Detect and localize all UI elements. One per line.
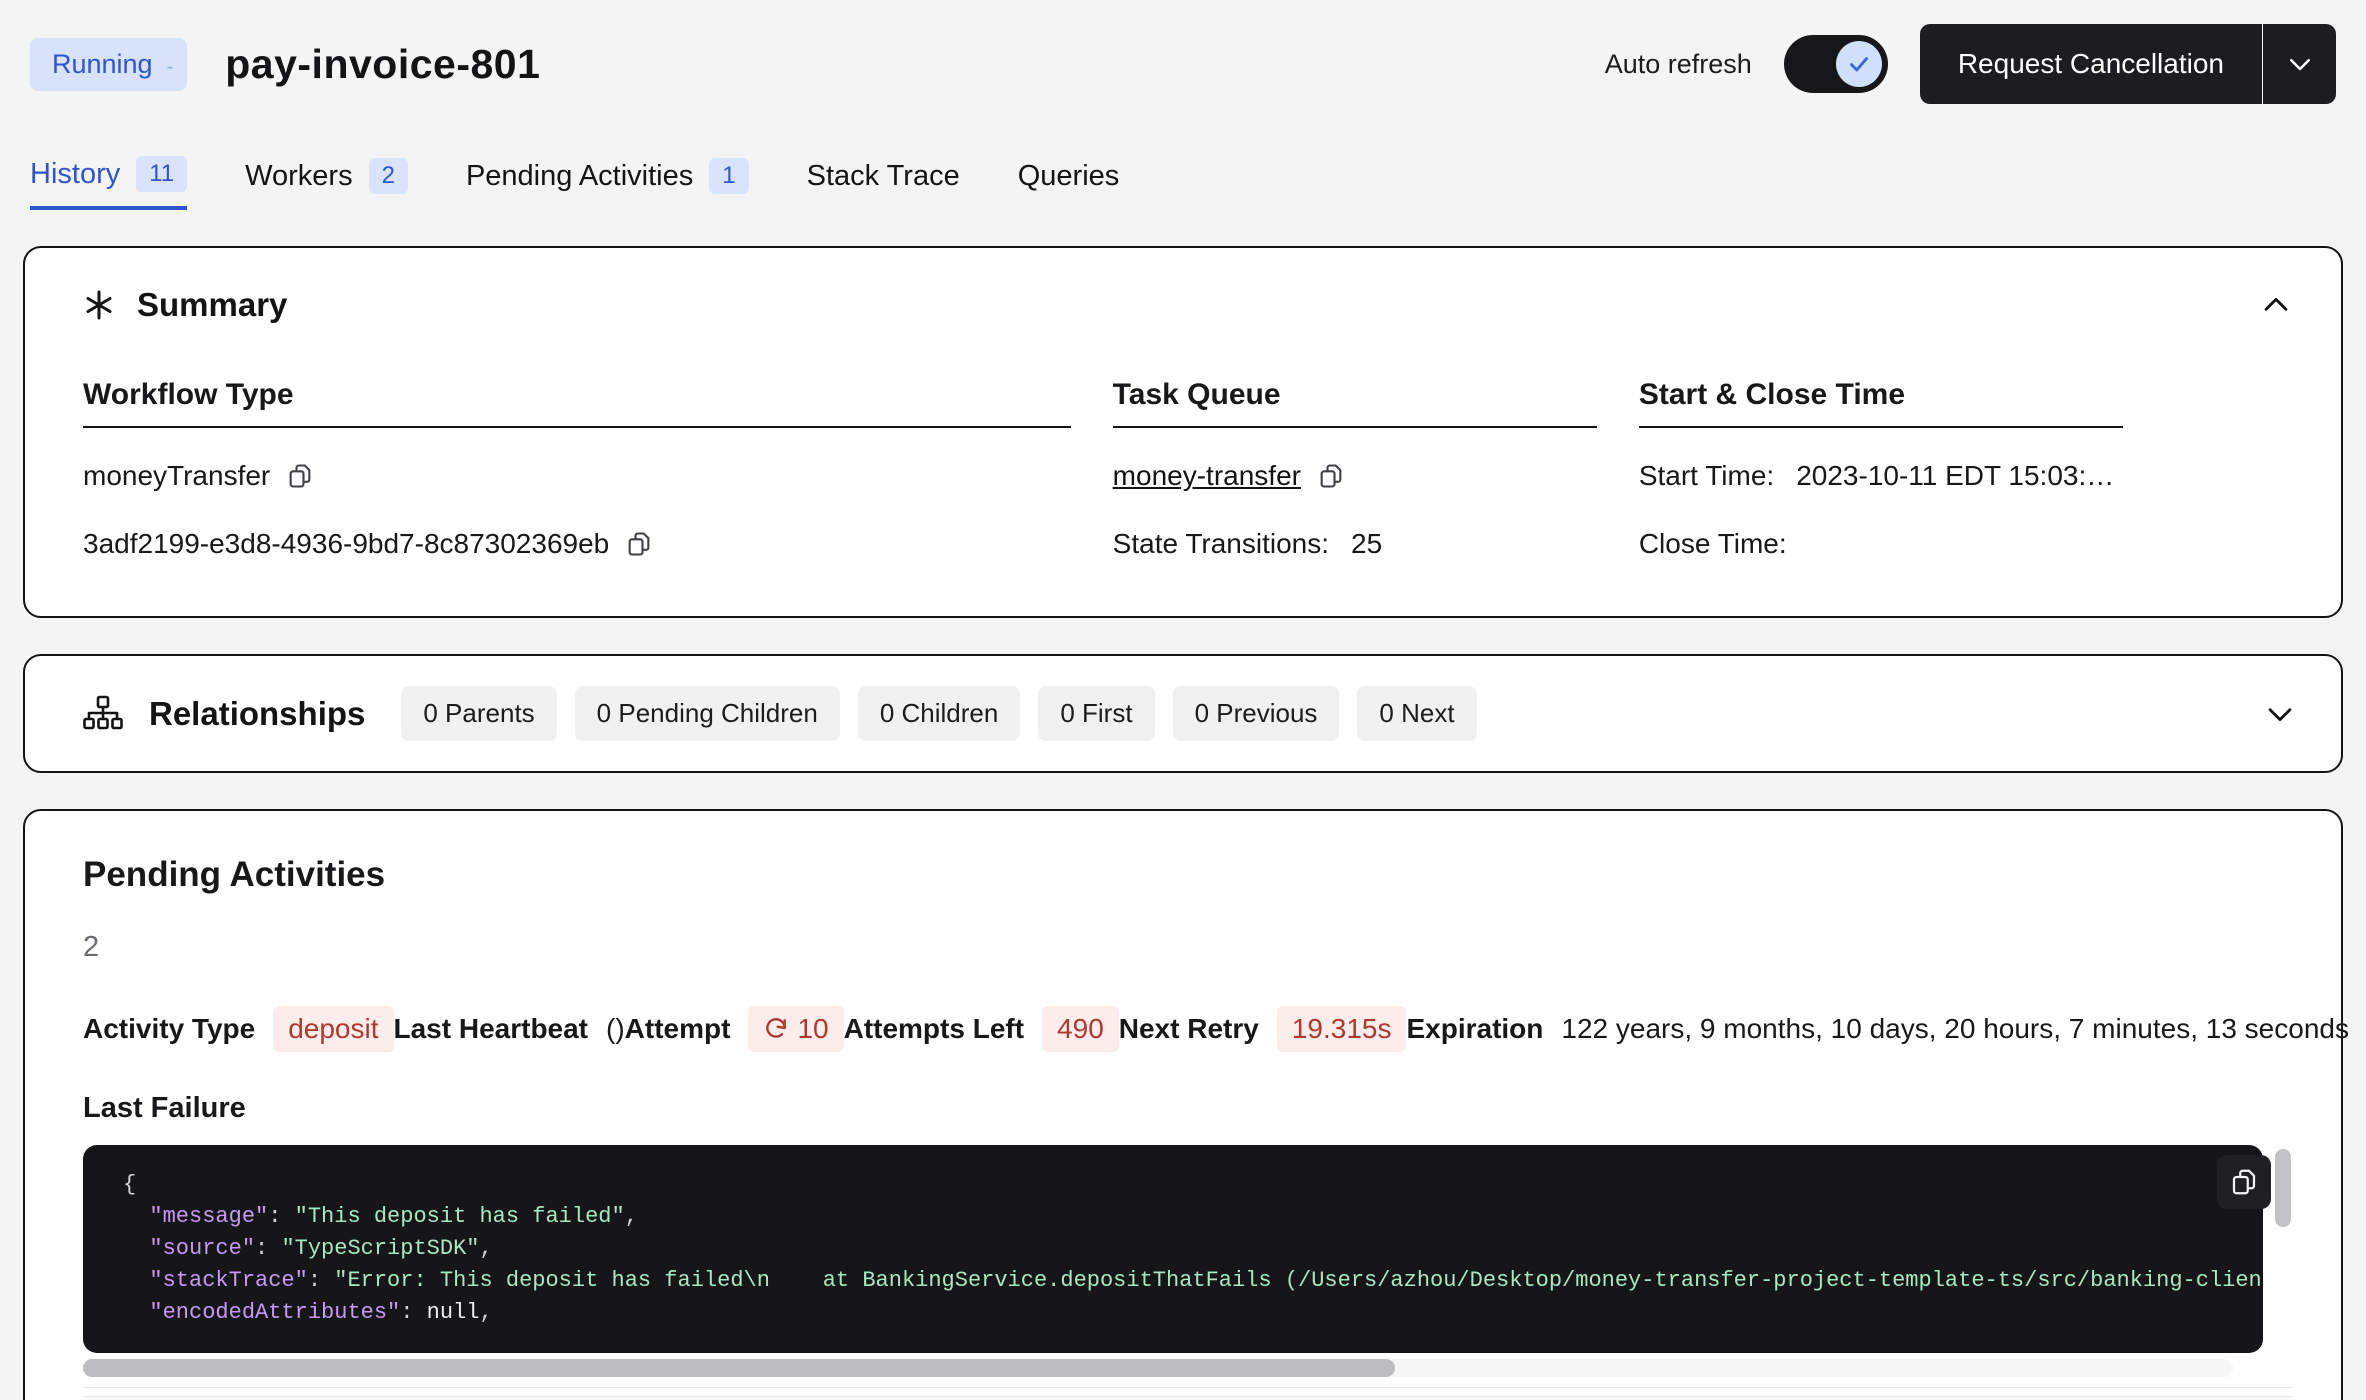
- last-heartbeat-value: (): [606, 1013, 625, 1045]
- request-cancellation-button[interactable]: Request Cancellation: [1920, 24, 2262, 104]
- previous-badge: 0 Previous: [1173, 686, 1340, 741]
- pending-activities-card: Pending Activities 2 Activity Type depos…: [23, 809, 2343, 1400]
- expand-chevron-down-icon[interactable]: [2263, 697, 2297, 731]
- retry-icon: [763, 1016, 789, 1042]
- workflow-type-value: moneyTransfer: [83, 460, 270, 492]
- collapsed-activity-row[interactable]: [83, 1396, 2293, 1400]
- auto-refresh-label: Auto refresh: [1605, 49, 1752, 80]
- workflow-run-id: 3adf2199-e3d8-4936-9bd7-8c87302369eb: [83, 528, 609, 560]
- pending-activities-title: Pending Activities: [83, 855, 2293, 895]
- task-queue-heading: Task Queue: [1113, 378, 1597, 428]
- cancel-button-group: Request Cancellation: [1920, 24, 2336, 104]
- time-heading: Start & Close Time: [1639, 378, 2123, 428]
- row-divider: [83, 1387, 2293, 1388]
- copy-icon[interactable]: [286, 462, 314, 490]
- last-heartbeat-label: Last Heartbeat: [394, 1013, 589, 1045]
- summary-title: Summary: [137, 286, 287, 324]
- tab-count-badge: 2: [369, 158, 408, 194]
- running-spinner-icon: ‐: [167, 56, 174, 79]
- relationships-card: Relationships 0 Parents 0 Pending Childr…: [23, 654, 2343, 773]
- next-retry-label: Next Retry: [1119, 1013, 1259, 1045]
- parents-badge: 0 Parents: [401, 686, 556, 741]
- start-time-value: 2023-10-11 EDT 15:03:…: [1796, 460, 2114, 492]
- code-content: { "message": "This deposit has failed", …: [123, 1169, 2223, 1329]
- next-badge: 0 Next: [1357, 686, 1476, 741]
- pending-activities-count: 2: [83, 931, 2293, 964]
- tab-count-badge: 1: [709, 158, 748, 194]
- close-time-label: Close Time:: [1639, 528, 1787, 560]
- header-right: Auto refresh Request Cancellation: [1605, 24, 2336, 104]
- status-badge: Running ‐: [30, 38, 187, 91]
- tab-workers[interactable]: Workers 2: [245, 156, 408, 210]
- copy-icon[interactable]: [625, 530, 653, 558]
- summary-grid: Workflow Type moneyTransfer 3adf2199-e3d…: [83, 378, 2293, 564]
- tab-history[interactable]: History 11: [30, 156, 187, 210]
- auto-refresh-toggle[interactable]: [1784, 35, 1888, 93]
- collapse-chevron-up-icon[interactable]: [2259, 288, 2293, 322]
- tab-bar: History 11 Workers 2 Pending Activities …: [0, 156, 2366, 210]
- tab-label: Workers: [245, 160, 352, 193]
- tab-label: Stack Trace: [807, 160, 960, 193]
- cancel-dropdown-button[interactable]: [2262, 24, 2336, 104]
- code-block[interactable]: { "message": "This deposit has failed", …: [83, 1145, 2263, 1353]
- workflow-type-column: Workflow Type moneyTransfer 3adf2199-e3d…: [83, 378, 1071, 564]
- start-time-label: Start Time:: [1639, 460, 1774, 492]
- last-failure-code: { "message": "This deposit has failed", …: [83, 1145, 2293, 1377]
- attempt-value: 10: [797, 1013, 828, 1045]
- activity-detail-row: Activity Type deposit Last Heartbeat () …: [83, 1006, 2293, 1052]
- state-transitions-label: State Transitions:: [1113, 528, 1329, 560]
- relationship-badges: 0 Parents 0 Pending Children 0 Children …: [401, 686, 1476, 741]
- status-label: Running: [52, 49, 153, 80]
- task-queue-link[interactable]: money-transfer: [1113, 460, 1301, 492]
- vertical-scrollbar-thumb[interactable]: [2275, 1149, 2291, 1227]
- asterisk-icon: [83, 289, 115, 321]
- expiration-label: Expiration: [1406, 1013, 1543, 1045]
- summary-header: Summary: [83, 286, 2293, 324]
- header-left: Running ‐ pay-invoice-801: [30, 38, 540, 91]
- pending-children-badge: 0 Pending Children: [575, 686, 840, 741]
- page-title: pay-invoice-801: [225, 41, 540, 88]
- relationships-title: Relationships: [149, 695, 365, 733]
- horizontal-scrollbar[interactable]: [83, 1359, 2233, 1377]
- attempt-badge: 10: [748, 1006, 843, 1052]
- workflow-type-heading: Workflow Type: [83, 378, 1071, 428]
- horizontal-scrollbar-thumb[interactable]: [83, 1359, 1395, 1377]
- next-retry-badge: 19.315s: [1277, 1006, 1407, 1052]
- tab-label: Queries: [1018, 160, 1120, 193]
- toggle-check-icon: [1836, 41, 1882, 87]
- page-header: Running ‐ pay-invoice-801 Auto refresh R…: [0, 0, 2366, 104]
- summary-card: Summary Workflow Type moneyTransfer 3adf…: [23, 246, 2343, 618]
- tab-stack-trace[interactable]: Stack Trace: [807, 156, 960, 210]
- first-badge: 0 First: [1038, 686, 1154, 741]
- tab-pending-activities[interactable]: Pending Activities 1: [466, 156, 749, 210]
- chevron-down-icon: [2285, 49, 2315, 79]
- tab-queries[interactable]: Queries: [1018, 156, 1120, 210]
- copy-icon[interactable]: [1317, 462, 1345, 490]
- tab-count-badge: 11: [136, 156, 187, 192]
- state-transitions-value: 25: [1351, 528, 1382, 560]
- attempts-left-label: Attempts Left: [844, 1013, 1024, 1045]
- tab-label: Pending Activities: [466, 160, 693, 193]
- task-queue-column: Task Queue money-transfer State Transiti…: [1113, 378, 1597, 564]
- activity-type-label: Activity Type: [83, 1013, 255, 1045]
- activity-type-badge: deposit: [273, 1006, 393, 1052]
- hierarchy-icon: [83, 694, 123, 734]
- tab-label: History: [30, 158, 120, 191]
- children-badge: 0 Children: [858, 686, 1021, 741]
- code-copy-icon[interactable]: [2217, 1155, 2271, 1209]
- last-failure-label: Last Failure: [83, 1092, 2293, 1125]
- vertical-scrollbar[interactable]: [2275, 1149, 2291, 1349]
- expiration-value: 122 years, 9 months, 10 days, 20 hours, …: [1561, 1013, 2349, 1045]
- attempt-label: Attempt: [625, 1013, 731, 1045]
- time-column: Start & Close Time Start Time: 2023-10-1…: [1639, 378, 2123, 564]
- attempts-left-badge: 490: [1042, 1006, 1119, 1052]
